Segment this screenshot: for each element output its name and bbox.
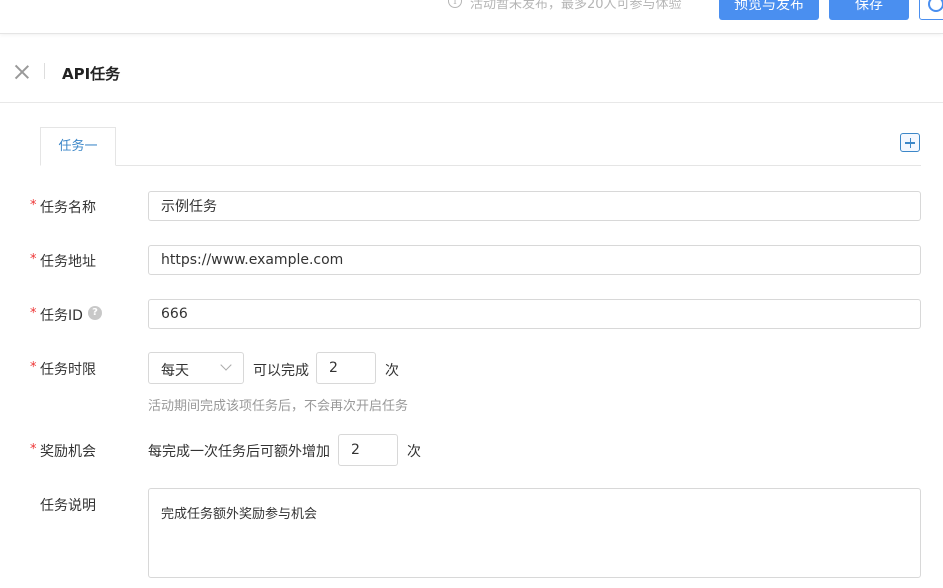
chevron-down-icon [220,359,232,371]
power-button[interactable] [919,0,943,20]
required-mark: * [30,198,37,213]
publish-notice: 活动暂未发布，最多20人可参与体验 [470,0,682,12]
reward-count-input[interactable] [338,434,398,466]
required-mark: * [30,306,37,321]
close-icon[interactable] [13,63,31,81]
add-tab-icon[interactable] [900,133,920,152]
description-textarea[interactable]: 完成任务额外奖励参与机会 [148,488,921,578]
page-title: API任务 [62,65,121,83]
task-url-label: 任务地址 [40,254,96,270]
task-name-input[interactable] [148,191,921,221]
period-select[interactable]: 每天 [148,352,244,384]
save-button[interactable]: 保存 [829,0,909,20]
info-icon: i [448,0,462,8]
limit-unit-text: 次 [385,363,399,379]
preview-publish-button[interactable]: 预览与发布 [719,0,819,20]
period-select-value: 每天 [161,363,189,379]
description-label: 任务说明 [40,498,96,514]
required-mark: * [30,360,37,375]
page-header: API任务 [0,35,943,103]
task-limit-hint: 活动期间完成该项任务后，不会再次开启任务 [148,399,409,414]
task-id-label: 任务ID [40,308,83,324]
header-divider [44,63,45,79]
top-toolbar: i 活动暂未发布，最多20人可参与体验 预览与发布 保存 [0,0,943,34]
task-url-input[interactable] [148,245,921,275]
tab-task-1[interactable]: 任务一 [40,127,116,166]
task-limit-label: 任务时限 [40,362,96,378]
reward-prefix-text: 每完成一次任务后可额外增加 [148,444,330,460]
required-mark: * [30,442,37,457]
task-name-label: 任务名称 [40,200,96,216]
help-icon[interactable]: ? [88,306,102,320]
power-icon [928,0,943,12]
can-complete-text: 可以完成 [253,363,309,379]
task-id-input[interactable] [148,299,921,329]
reward-label: 奖励机会 [40,444,96,460]
limit-count-input[interactable] [316,352,376,384]
task-tabs: 任务一 [40,127,921,166]
reward-unit-text: 次 [407,444,421,460]
required-mark: * [30,252,37,267]
